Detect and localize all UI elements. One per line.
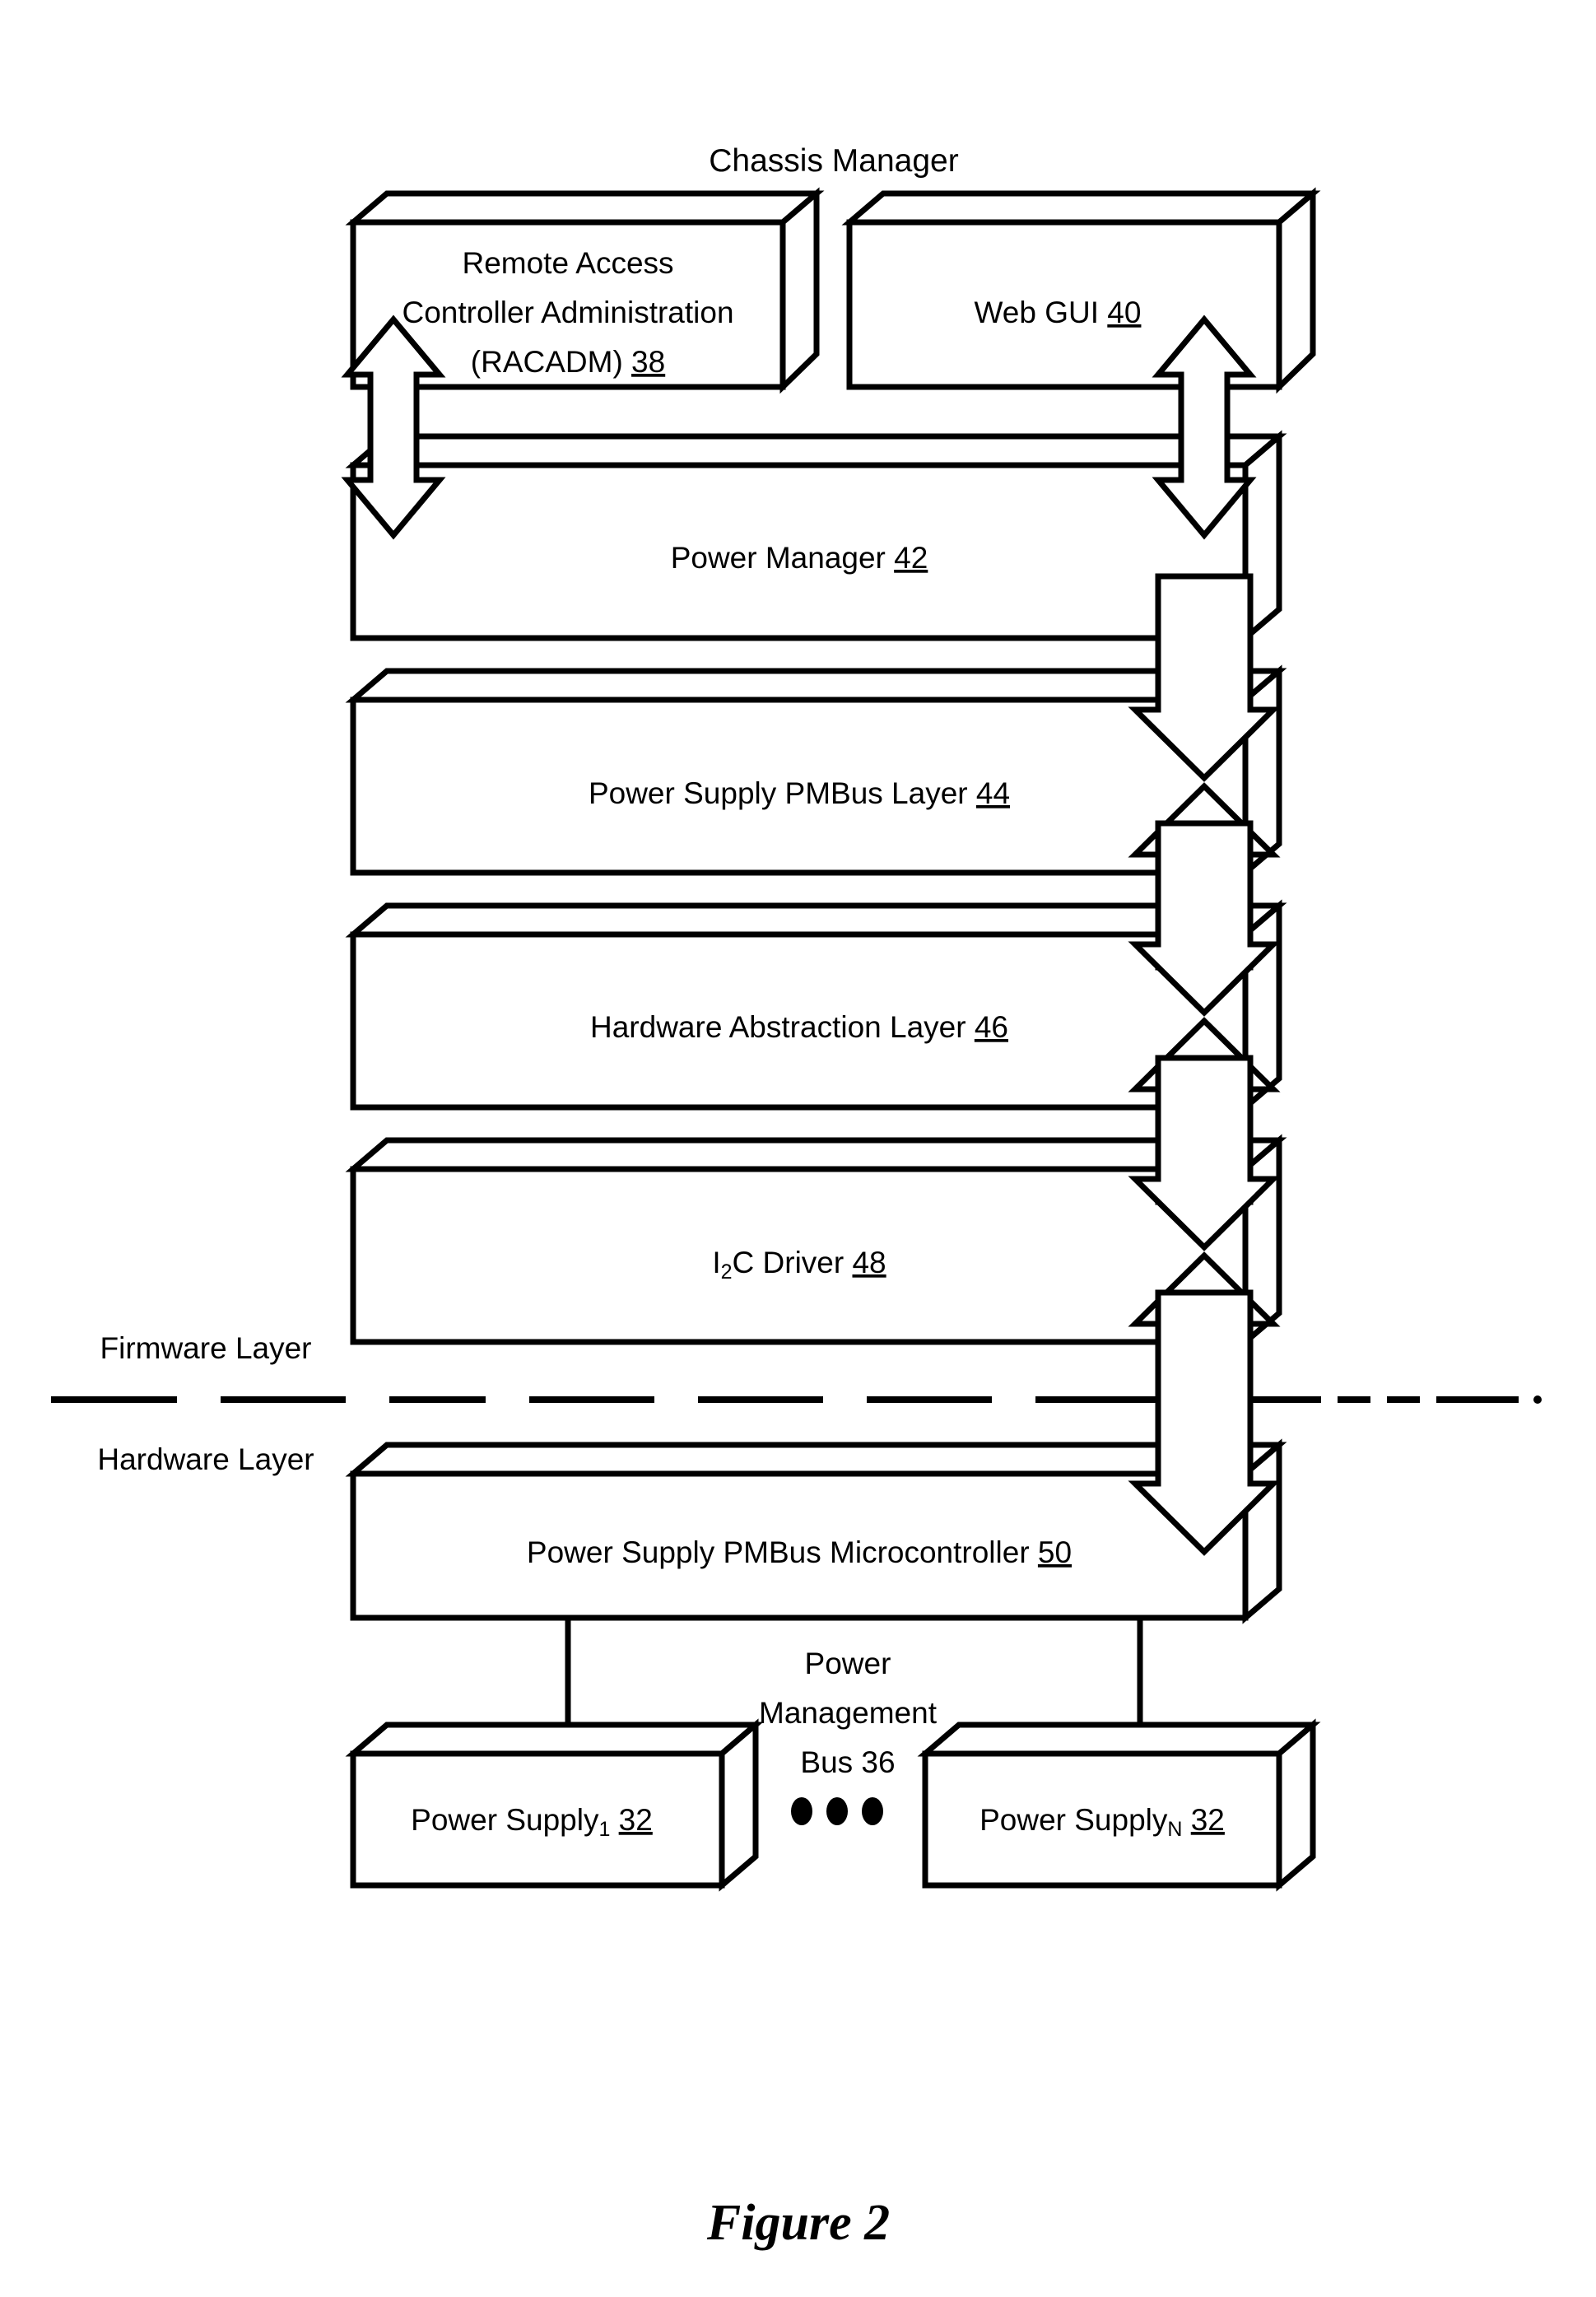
i2c-box-top (345, 1137, 1287, 1172)
hal-label: Hardware Abstraction Layer (590, 1010, 975, 1044)
psn-label-prefix: Power Supply (979, 1803, 1168, 1837)
ps1-box-side (719, 1718, 759, 1892)
ps1-label-prefix: Power Supply (411, 1803, 599, 1837)
block-power-supply-n: Power SupplyN 32 (917, 1718, 1321, 1892)
figure-canvas: Chassis Manager Remote Access Controller… (0, 0, 1596, 2297)
figure-caption: Figure 2 (706, 2195, 890, 2251)
hardware-layer-label: Hardware Layer (97, 1442, 314, 1476)
firmware-hardware-divider (51, 1395, 1542, 1404)
pmbus-layer-ref-number: 44 (976, 776, 1010, 810)
block-web-gui: Web GUI 40 (841, 187, 1321, 394)
block-power-supply-1: Power Supply1 32 (345, 1718, 764, 1892)
webgui-label-group: Web GUI 40 (975, 296, 1142, 329)
psn-label-group: Power SupplyN 32 (979, 1803, 1225, 1841)
power-management-bus-label: Power Management Bus 36 (759, 1647, 938, 1779)
psn-box-side (1276, 1718, 1316, 1892)
micro-label: Power Supply PMBus Microcontroller (527, 1535, 1038, 1569)
block-hardware-abstraction-layer: Hardware Abstraction Layer 46 (345, 899, 1287, 1114)
hal-ref-number: 46 (975, 1010, 1008, 1044)
block-power-manager: Power Manager 42 (345, 430, 1287, 645)
i2c-label-group: I2C Driver 48 (712, 1246, 886, 1284)
ellipsis-dots (791, 1797, 883, 1825)
ps1-ref-number: 32 (619, 1803, 653, 1837)
ps1-label-subscript: 1 (598, 1818, 610, 1841)
psn-ref-number: 32 (1191, 1803, 1225, 1837)
pmbus-layer-box-top (345, 668, 1287, 703)
firmware-layer-label: Firmware Layer (100, 1331, 312, 1365)
micro-label-group: Power Supply PMBus Microcontroller 50 (527, 1535, 1072, 1569)
racadm-label-line3-group: (RACADM) 38 (471, 345, 665, 379)
chassis-manager-title: Chassis Manager (709, 143, 958, 179)
block-pmbus-layer: Power Supply PMBus Layer 44 (345, 664, 1287, 879)
i2c-label-suffix: C Driver (733, 1246, 853, 1279)
hal-box-top (345, 902, 1287, 938)
micro-ref-number: 50 (1038, 1535, 1072, 1569)
micro-box-top (345, 1442, 1287, 1477)
i2c-ref-number: 48 (852, 1246, 886, 1279)
block-pmbus-microcontroller: Power Supply PMBus Microcontroller 50 (345, 1438, 1287, 1624)
ps1-label-group: Power Supply1 32 (411, 1803, 653, 1841)
webgui-box-side (1276, 187, 1316, 394)
ellipsis-dot-2 (826, 1797, 848, 1825)
psn-label-subscript: N (1167, 1818, 1182, 1841)
divider-end-dot (1533, 1395, 1542, 1404)
pmbus-layer-label-group: Power Supply PMBus Layer 44 (589, 776, 1010, 810)
racadm-ref-number: 38 (631, 345, 665, 379)
power-manager-ref-number: 42 (894, 541, 928, 575)
racadm-box-top (345, 190, 825, 226)
webgui-ref-number: 40 (1107, 296, 1141, 329)
power-manager-label: Power Manager (671, 541, 894, 575)
ellipsis-dot-3 (862, 1797, 883, 1825)
hal-label-group: Hardware Abstraction Layer 46 (590, 1010, 1008, 1044)
ps1-box-top (345, 1722, 764, 1757)
bus-label-line1: Power (805, 1647, 891, 1680)
ellipsis-dot-1 (791, 1797, 812, 1825)
block-i2c-driver: I2C Driver 48 (345, 1134, 1287, 1349)
i2c-label-prefix: I (712, 1246, 720, 1279)
patent-figure-diagram: Chassis Manager Remote Access Controller… (51, 143, 1542, 2251)
i2c-label-subscript: 2 (721, 1260, 733, 1284)
webgui-box-top (841, 190, 1321, 226)
bus-label-line2: Management (759, 1696, 938, 1730)
racadm-label-line1: Remote Access (462, 246, 673, 280)
racadm-label-line3: (RACADM) (471, 345, 631, 379)
webgui-label: Web GUI (975, 296, 1108, 329)
racadm-label-line2: Controller Administration (402, 296, 733, 329)
racadm-box-side (779, 187, 820, 394)
power-manager-box-top (345, 433, 1287, 468)
pmbus-layer-label: Power Supply PMBus Layer (589, 776, 976, 810)
bus-label-line3: Bus 36 (800, 1745, 895, 1779)
psn-box-top (917, 1722, 1321, 1757)
power-manager-label-group: Power Manager 42 (671, 541, 928, 575)
